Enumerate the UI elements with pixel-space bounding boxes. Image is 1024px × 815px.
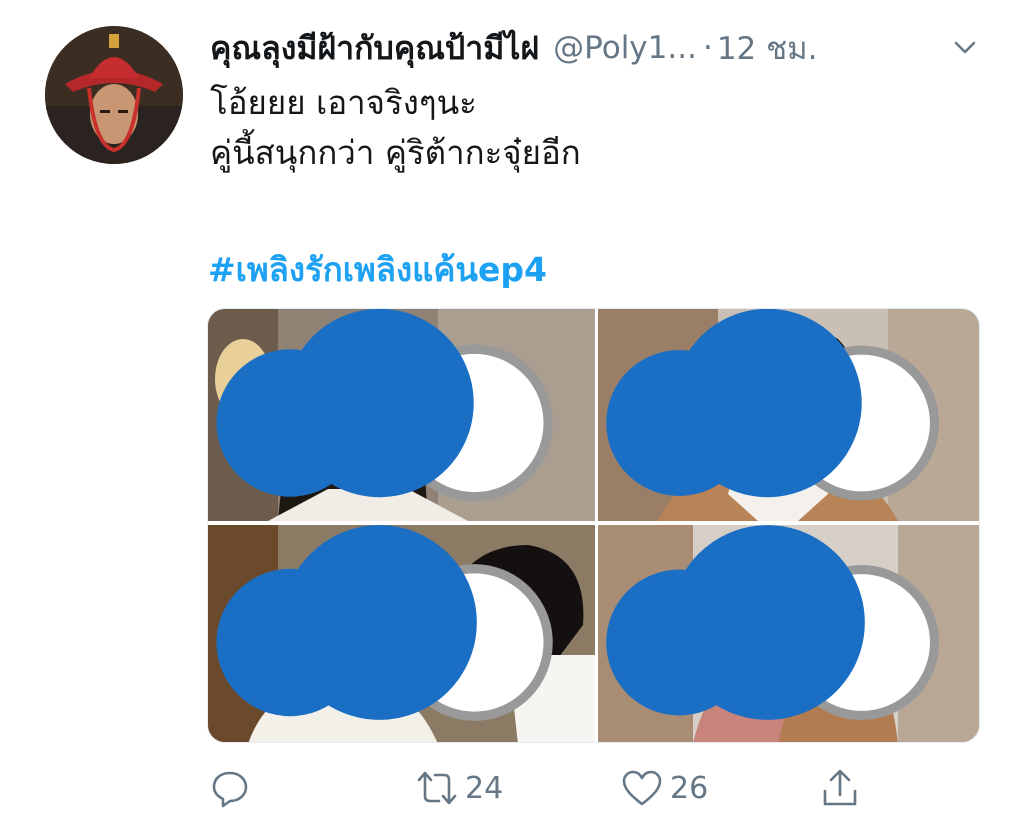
photo-crying-woman[interactable] bbox=[208, 309, 595, 521]
channel-mark-icon bbox=[670, 525, 865, 720]
tweet-line-1: โอ้ยยย เอาจริงๆนะ bbox=[210, 83, 477, 122]
like-button[interactable]: 26 bbox=[620, 765, 708, 811]
share-button[interactable] bbox=[820, 765, 860, 811]
like-count: 26 bbox=[670, 770, 709, 806]
separator: · bbox=[702, 30, 713, 66]
tweet-time[interactable]: 12 ชม. bbox=[717, 23, 818, 73]
reply-button[interactable] bbox=[210, 765, 250, 811]
retweet-button[interactable]: 24 bbox=[415, 765, 503, 811]
tweet-line-2: คู่นี้สนุกกว่า คู่ริต้ากะจุ๋ยอีก bbox=[210, 133, 581, 172]
hashtag-link[interactable]: #เพลิงรักเพลิงแค้นep4 bbox=[208, 243, 547, 296]
retweet-count: 24 bbox=[465, 770, 504, 806]
chevron-down-icon[interactable] bbox=[950, 32, 980, 62]
channel-mark-icon bbox=[673, 309, 862, 498]
channel-mark-icon bbox=[282, 525, 477, 720]
media-grid bbox=[207, 308, 980, 743]
author-handle[interactable]: @Poly1... bbox=[553, 30, 697, 66]
reply-icon bbox=[212, 771, 248, 808]
channel-mark-icon bbox=[285, 309, 474, 498]
photo-smiling-woman[interactable] bbox=[598, 309, 979, 521]
photo-two-women-embracing[interactable] bbox=[598, 525, 979, 742]
photo-crying-woman-comforted[interactable] bbox=[208, 525, 595, 742]
tweet-actions: 24 26 bbox=[210, 765, 870, 811]
retweet-icon bbox=[417, 771, 457, 805]
tweet-header: คุณลุงมีฝ้ากับคุณป้ามีไฝ @Poly1... · 12 … bbox=[210, 22, 1000, 74]
heart-icon bbox=[622, 770, 662, 806]
share-icon bbox=[823, 769, 857, 806]
tweet-text: โอ้ยยย เอาจริงๆนะ คู่นี้สนุกกว่า คู่ริต้… bbox=[210, 78, 581, 178]
avatar[interactable] bbox=[45, 26, 183, 164]
author-name[interactable]: คุณลุงมีฝ้ากับคุณป้ามีไฝ bbox=[210, 23, 539, 74]
